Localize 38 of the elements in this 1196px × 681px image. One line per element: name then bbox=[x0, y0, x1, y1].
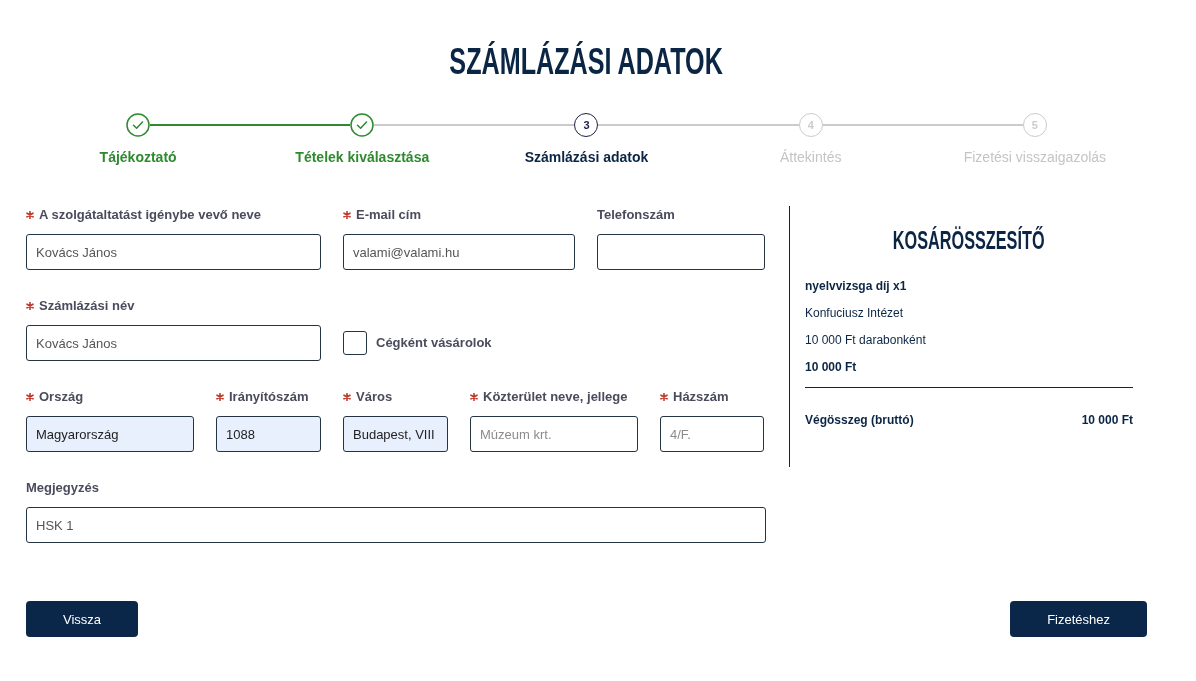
field-label: Megjegyzés bbox=[26, 479, 99, 497]
input-field[interactable]: HSK 1 bbox=[26, 507, 766, 543]
page-title: SZÁMLÁZÁSI ADATOK bbox=[449, 42, 724, 82]
field-label: Számlázási név bbox=[39, 297, 135, 315]
checkbox-label[interactable]: Cégként vásárolok bbox=[376, 334, 492, 352]
input-field[interactable]: Magyarország bbox=[26, 416, 194, 452]
field-label: E-mail cím bbox=[356, 206, 422, 224]
step-label: Áttekintés bbox=[779, 148, 842, 166]
summary-title: KOSÁRÖSSZESÍTŐ bbox=[893, 227, 1045, 253]
total-label: Végösszeg (bruttó) bbox=[805, 412, 914, 428]
step-label: Tételek kiválasztása bbox=[295, 148, 430, 166]
field-label: Közterület neve, jellege bbox=[483, 388, 628, 406]
field-label: Város bbox=[356, 388, 393, 406]
field-label: Irányítószám bbox=[229, 388, 309, 406]
input-field[interactable]: 1088 bbox=[216, 416, 321, 452]
item-name: nyelvvizsga díj x1 bbox=[805, 278, 907, 294]
step-label: Számlázási adatok bbox=[524, 148, 649, 166]
input-field[interactable]: Kovács János bbox=[26, 325, 321, 361]
input-field[interactable]: Kovács János bbox=[26, 234, 321, 270]
item-provider: Konfuciusz Intézet bbox=[805, 305, 904, 321]
item-price: 10 000 Ft bbox=[805, 359, 857, 375]
field-label: Ország bbox=[39, 388, 84, 406]
back-button[interactable]: Vissza bbox=[26, 601, 139, 637]
input-field[interactable]: valami@valami.hu bbox=[343, 234, 575, 270]
input-field[interactable]: 4/F. bbox=[660, 416, 764, 452]
field-label: A szolgátaltatást igénybe vevő neve bbox=[39, 206, 262, 224]
step-label: Fizetési visszaigazolás bbox=[963, 148, 1107, 166]
step-label: Tájékoztató bbox=[99, 148, 177, 166]
field-label: Házszám bbox=[673, 388, 729, 406]
field-label: Telefonszám bbox=[597, 206, 675, 224]
input-field[interactable]: Budapest, VIII bbox=[343, 416, 448, 452]
input-field[interactable] bbox=[597, 234, 765, 270]
item-unit-price: 10 000 Ft darabonként bbox=[805, 332, 926, 348]
input-field[interactable]: Múzeum krt. bbox=[470, 416, 638, 452]
step-number: 3 bbox=[574, 113, 599, 137]
next-button[interactable]: Fizetéshez bbox=[1010, 601, 1147, 637]
checkbox[interactable] bbox=[343, 331, 367, 355]
total-amount: 10 000 Ft bbox=[1081, 412, 1133, 428]
